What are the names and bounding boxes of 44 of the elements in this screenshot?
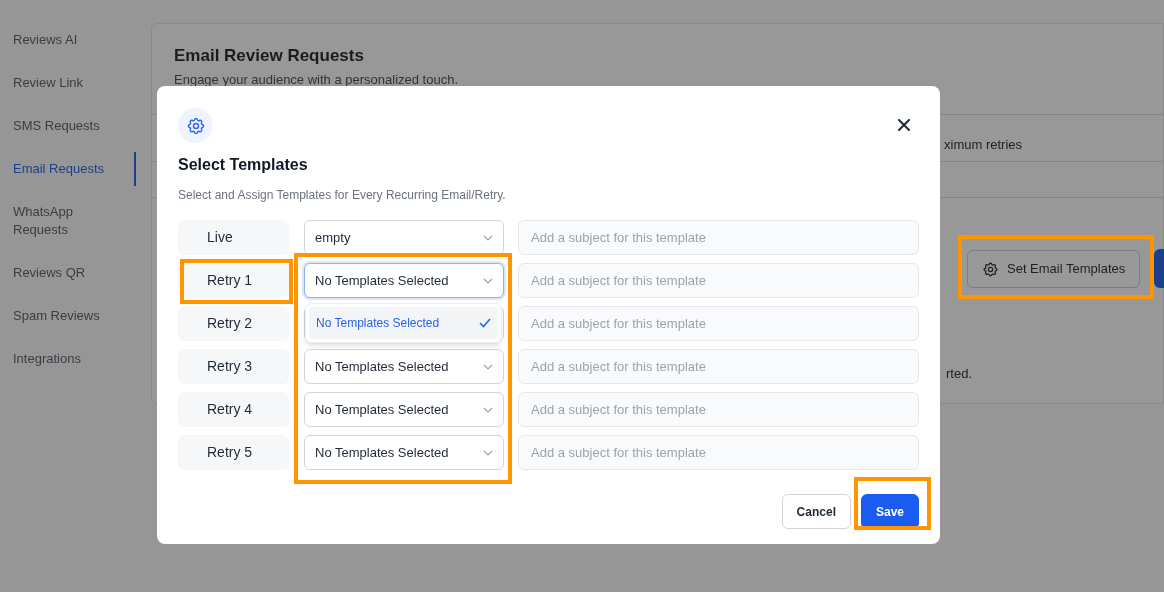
modal-subtitle: Select and Assign Templates for Every Recurring Email/Retry. xyxy=(178,187,507,204)
chevron-icon xyxy=(483,234,493,241)
modal-title: Select Templates xyxy=(178,155,309,175)
dropdown-option[interactable]: No Templates Selected xyxy=(309,307,498,339)
row-label: Retry 2 xyxy=(178,306,289,341)
subject-field[interactable]: Add a subject for this template xyxy=(518,349,919,384)
row-label: Live xyxy=(178,220,289,255)
sidebar-item[interactable]: SMS Requests xyxy=(0,109,136,143)
chevron-icon xyxy=(483,363,493,370)
gear-icon xyxy=(178,108,213,143)
template-select[interactable]: No Templates Selected xyxy=(304,392,504,427)
subject-field[interactable]: Add a subject for this template xyxy=(518,392,919,427)
sidebar-item[interactable]: Review Link xyxy=(0,66,136,100)
set-templates-button[interactable]: Set Email Templates xyxy=(967,250,1141,288)
page-subtitle: Engage your audience with a personalized touch. xyxy=(174,71,460,89)
page-title: Email Review Requests xyxy=(174,45,365,67)
sidebar-item[interactable]: Spam Reviews xyxy=(0,299,136,333)
template-select[interactable]: No Templates Selected xyxy=(304,349,504,384)
check-icon xyxy=(479,318,491,328)
subject-field[interactable]: Add a subject for this template xyxy=(518,435,919,470)
template-select[interactable]: No Templates Selected xyxy=(304,263,504,298)
row-label: Retry 4 xyxy=(178,392,289,427)
close-icon[interactable] xyxy=(897,118,911,132)
subject-field[interactable]: Add a subject for this template xyxy=(518,263,919,298)
sidebar-item[interactable]: Reviews AI xyxy=(0,23,136,57)
row-label: Retry 1 xyxy=(178,263,289,298)
template-select[interactable]: No Templates Selected xyxy=(304,435,504,470)
sidebar-item[interactable]: Integrations xyxy=(0,342,136,376)
chevron-icon xyxy=(483,406,493,413)
row-label: Retry 5 xyxy=(178,435,289,470)
note-text: rted. xyxy=(946,365,972,383)
subject-field[interactable]: Add a subject for this template xyxy=(518,306,919,341)
row-label: Retry 3 xyxy=(178,349,289,384)
sidebar-item[interactable]: WhatsApp Requests xyxy=(0,195,136,247)
cancel-button[interactable]: Cancel xyxy=(781,494,851,529)
column-header: ximum retries xyxy=(944,136,1022,154)
subject-field[interactable]: Add a subject for this template xyxy=(518,220,919,255)
gear-icon xyxy=(982,260,999,278)
sidebar-item[interactable]: Email Requests xyxy=(0,152,136,186)
template-select[interactable]: empty xyxy=(304,220,504,255)
primary-button[interactable] xyxy=(1154,249,1164,288)
sidebar-item[interactable]: Reviews QR xyxy=(0,256,136,290)
chevron-icon xyxy=(483,277,493,284)
chevron-icon xyxy=(483,449,493,456)
